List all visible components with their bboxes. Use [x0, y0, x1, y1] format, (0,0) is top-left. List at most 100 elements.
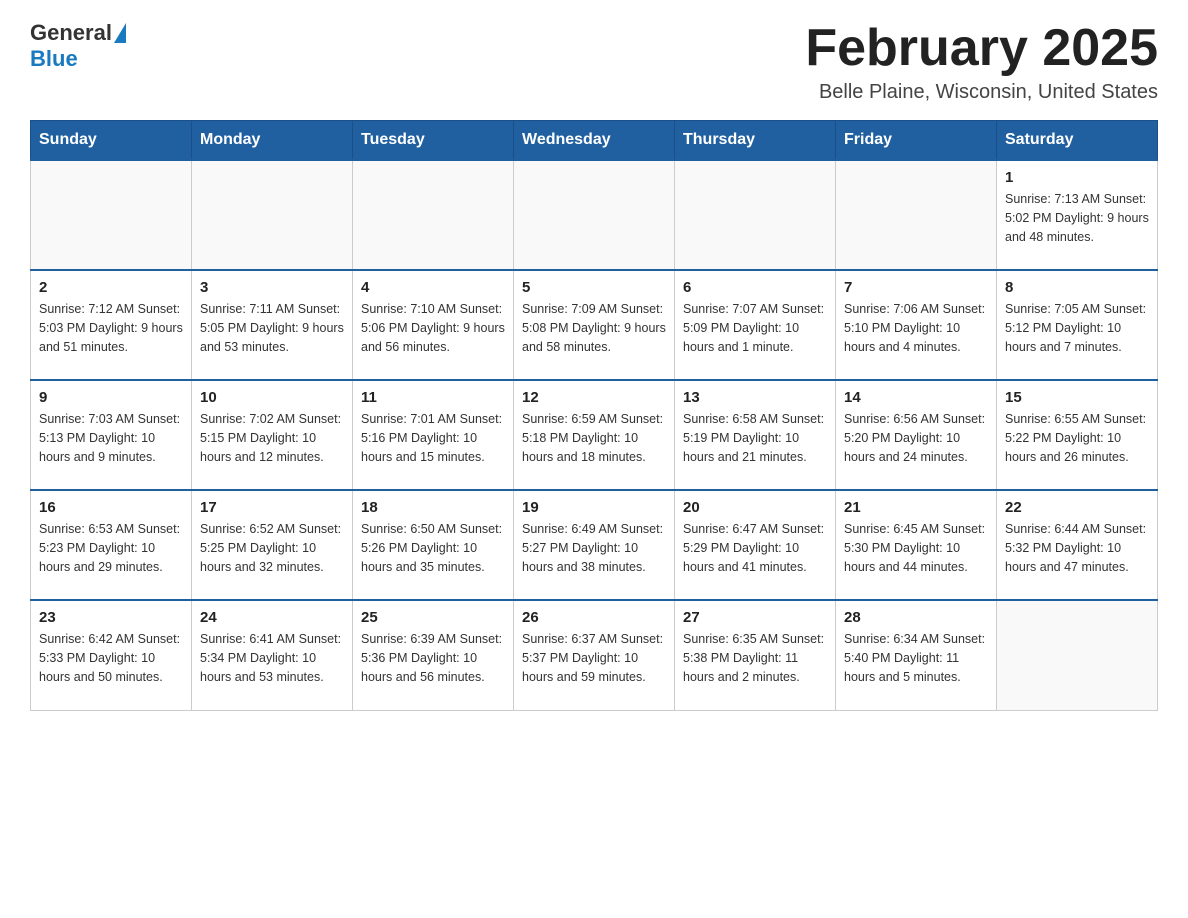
- day-number: 20: [683, 499, 827, 516]
- day-cell: 6 Sunrise: 7:07 AM Sunset: 5:09 PM Daylig…: [675, 270, 836, 380]
- day-number: 5: [522, 279, 666, 296]
- day-cell: 24 Sunrise: 6:41 AM Sunset: 5:34 PM Dayli…: [192, 600, 353, 710]
- day-number: 25: [361, 609, 505, 626]
- day-number: 11: [361, 389, 505, 406]
- day-info: Sunrise: 6:55 AM Sunset: 5:22 PM Dayligh…: [1005, 410, 1149, 466]
- day-info: Sunrise: 6:44 AM Sunset: 5:32 PM Dayligh…: [1005, 520, 1149, 576]
- day-info: Sunrise: 6:42 AM Sunset: 5:33 PM Dayligh…: [39, 630, 183, 686]
- day-number: 26: [522, 609, 666, 626]
- day-info: Sunrise: 6:37 AM Sunset: 5:37 PM Dayligh…: [522, 630, 666, 686]
- day-cell: 16 Sunrise: 6:53 AM Sunset: 5:23 PM Dayli…: [31, 490, 192, 600]
- day-info: Sunrise: 7:07 AM Sunset: 5:09 PM Dayligh…: [683, 300, 827, 356]
- title-block: February 2025 Belle Plaine, Wisconsin, U…: [805, 20, 1158, 104]
- day-info: Sunrise: 7:12 AM Sunset: 5:03 PM Dayligh…: [39, 300, 183, 356]
- day-number: 27: [683, 609, 827, 626]
- day-number: 24: [200, 609, 344, 626]
- day-number: 7: [844, 279, 988, 296]
- day-number: 17: [200, 499, 344, 516]
- day-number: 14: [844, 389, 988, 406]
- day-cell: [836, 160, 997, 270]
- day-number: 3: [200, 279, 344, 296]
- day-number: 12: [522, 389, 666, 406]
- page-header: General Blue February 2025 Belle Plaine,…: [30, 20, 1158, 104]
- day-number: 13: [683, 389, 827, 406]
- day-cell: 7Sunrise: 7:06 AM Sunset: 5:10 PM Daylig…: [836, 270, 997, 380]
- calendar-title: February 2025: [805, 20, 1158, 77]
- day-cell: 25 Sunrise: 6:39 AM Sunset: 5:36 PM Dayli…: [353, 600, 514, 710]
- logo: General Blue: [30, 20, 126, 72]
- day-info: Sunrise: 7:05 AM Sunset: 5:12 PM Dayligh…: [1005, 300, 1149, 356]
- day-info: Sunrise: 6:35 AM Sunset: 5:38 PM Dayligh…: [683, 630, 827, 686]
- day-cell: 3 Sunrise: 7:11 AM Sunset: 5:05 PM Daylig…: [192, 270, 353, 380]
- col-friday: Friday: [836, 121, 997, 161]
- day-info: Sunrise: 7:03 AM Sunset: 5:13 PM Dayligh…: [39, 410, 183, 466]
- day-number: 9: [39, 389, 183, 406]
- day-info: Sunrise: 6:34 AM Sunset: 5:40 PM Dayligh…: [844, 630, 988, 686]
- col-tuesday: Tuesday: [353, 121, 514, 161]
- day-info: Sunrise: 7:13 AM Sunset: 5:02 PM Dayligh…: [1005, 190, 1149, 246]
- day-cell: 11 Sunrise: 7:01 AM Sunset: 5:16 PM Dayli…: [353, 380, 514, 490]
- day-info: Sunrise: 6:59 AM Sunset: 5:18 PM Dayligh…: [522, 410, 666, 466]
- day-cell: 9 Sunrise: 7:03 AM Sunset: 5:13 PM Daylig…: [31, 380, 192, 490]
- day-number: 18: [361, 499, 505, 516]
- day-info: Sunrise: 6:52 AM Sunset: 5:25 PM Dayligh…: [200, 520, 344, 576]
- day-cell: 18 Sunrise: 6:50 AM Sunset: 5:26 PM Dayli…: [353, 490, 514, 600]
- day-info: Sunrise: 6:56 AM Sunset: 5:20 PM Dayligh…: [844, 410, 988, 466]
- col-wednesday: Wednesday: [514, 121, 675, 161]
- day-cell: 5Sunrise: 7:09 AM Sunset: 5:08 PM Daylig…: [514, 270, 675, 380]
- day-cell: [353, 160, 514, 270]
- day-info: Sunrise: 6:53 AM Sunset: 5:23 PM Dayligh…: [39, 520, 183, 576]
- day-info: Sunrise: 6:47 AM Sunset: 5:29 PM Dayligh…: [683, 520, 827, 576]
- day-cell: 19 Sunrise: 6:49 AM Sunset: 5:27 PM Dayli…: [514, 490, 675, 600]
- day-info: Sunrise: 7:11 AM Sunset: 5:05 PM Dayligh…: [200, 300, 344, 356]
- day-cell: 27 Sunrise: 6:35 AM Sunset: 5:38 PM Dayli…: [675, 600, 836, 710]
- day-number: 19: [522, 499, 666, 516]
- day-info: Sunrise: 6:39 AM Sunset: 5:36 PM Dayligh…: [361, 630, 505, 686]
- logo-triangle-icon: [114, 23, 126, 43]
- day-info: Sunrise: 7:02 AM Sunset: 5:15 PM Dayligh…: [200, 410, 344, 466]
- logo-text-general: General: [30, 20, 112, 46]
- day-info: Sunrise: 7:01 AM Sunset: 5:16 PM Dayligh…: [361, 410, 505, 466]
- day-cell: [31, 160, 192, 270]
- week-row-3: 9 Sunrise: 7:03 AM Sunset: 5:13 PM Daylig…: [31, 380, 1158, 490]
- logo-text-blue: Blue: [30, 46, 78, 72]
- week-row-4: 16 Sunrise: 6:53 AM Sunset: 5:23 PM Dayli…: [31, 490, 1158, 600]
- day-number: 28: [844, 609, 988, 626]
- day-cell: 1 Sunrise: 7:13 AM Sunset: 5:02 PM Daylig…: [997, 160, 1158, 270]
- day-number: 4: [361, 279, 505, 296]
- day-cell: [514, 160, 675, 270]
- day-cell: 26 Sunrise: 6:37 AM Sunset: 5:37 PM Dayli…: [514, 600, 675, 710]
- day-info: Sunrise: 6:41 AM Sunset: 5:34 PM Dayligh…: [200, 630, 344, 686]
- day-cell: 17 Sunrise: 6:52 AM Sunset: 5:25 PM Dayli…: [192, 490, 353, 600]
- day-cell: 14 Sunrise: 6:56 AM Sunset: 5:20 PM Dayli…: [836, 380, 997, 490]
- col-saturday: Saturday: [997, 121, 1158, 161]
- day-info: Sunrise: 7:10 AM Sunset: 5:06 PM Dayligh…: [361, 300, 505, 356]
- calendar-subtitle: Belle Plaine, Wisconsin, United States: [805, 81, 1158, 104]
- day-number: 8: [1005, 279, 1149, 296]
- day-cell: 8 Sunrise: 7:05 AM Sunset: 5:12 PM Daylig…: [997, 270, 1158, 380]
- week-row-2: 2 Sunrise: 7:12 AM Sunset: 5:03 PM Daylig…: [31, 270, 1158, 380]
- day-cell: 12 Sunrise: 6:59 AM Sunset: 5:18 PM Dayli…: [514, 380, 675, 490]
- col-sunday: Sunday: [31, 121, 192, 161]
- day-cell: 22 Sunrise: 6:44 AM Sunset: 5:32 PM Dayli…: [997, 490, 1158, 600]
- day-cell: 21 Sunrise: 6:45 AM Sunset: 5:30 PM Dayli…: [836, 490, 997, 600]
- day-cell: 13 Sunrise: 6:58 AM Sunset: 5:19 PM Dayli…: [675, 380, 836, 490]
- day-number: 2: [39, 279, 183, 296]
- day-number: 6: [683, 279, 827, 296]
- day-number: 15: [1005, 389, 1149, 406]
- day-info: Sunrise: 6:58 AM Sunset: 5:19 PM Dayligh…: [683, 410, 827, 466]
- day-cell: 10Sunrise: 7:02 AM Sunset: 5:15 PM Dayli…: [192, 380, 353, 490]
- day-info: Sunrise: 6:49 AM Sunset: 5:27 PM Dayligh…: [522, 520, 666, 576]
- col-thursday: Thursday: [675, 121, 836, 161]
- day-number: 16: [39, 499, 183, 516]
- day-number: 1: [1005, 169, 1149, 186]
- day-info: Sunrise: 6:50 AM Sunset: 5:26 PM Dayligh…: [361, 520, 505, 576]
- day-cell: 2 Sunrise: 7:12 AM Sunset: 5:03 PM Daylig…: [31, 270, 192, 380]
- day-cell: [192, 160, 353, 270]
- day-number: 21: [844, 499, 988, 516]
- day-number: 22: [1005, 499, 1149, 516]
- day-cell: 15 Sunrise: 6:55 AM Sunset: 5:22 PM Dayli…: [997, 380, 1158, 490]
- day-info: Sunrise: 6:45 AM Sunset: 5:30 PM Dayligh…: [844, 520, 988, 576]
- day-cell: [675, 160, 836, 270]
- week-row-1: 1 Sunrise: 7:13 AM Sunset: 5:02 PM Daylig…: [31, 160, 1158, 270]
